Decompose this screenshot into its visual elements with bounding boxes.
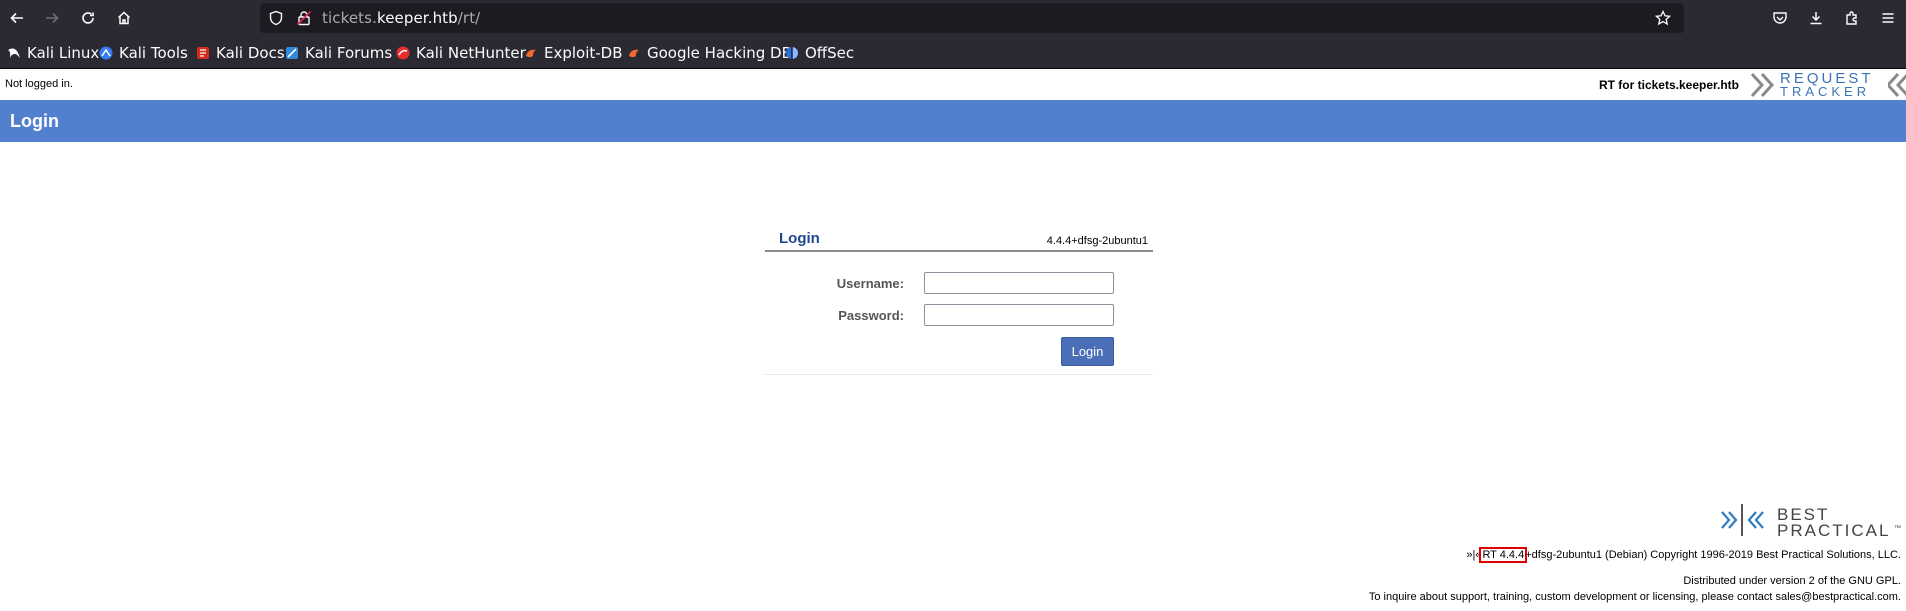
bookmark-label: Kali NetHunter: [416, 44, 526, 62]
footer-marker: »|«: [1466, 549, 1482, 561]
username-label: Username:: [836, 276, 904, 291]
request-tracker-logo[interactable]: REQUEST TRACKER: [1750, 70, 1906, 99]
page-title-bar: Login: [0, 100, 1906, 142]
bookmarks-toolbar: Kali Linux Kali Tools Kali Docs Kali For…: [0, 36, 1906, 69]
footer-license: Distributed under version 2 of the GNU G…: [1683, 575, 1901, 587]
menu-icon[interactable]: [1874, 4, 1902, 32]
bookmark-kali-nethunter[interactable]: Kali NetHunter: [396, 44, 526, 62]
shield-icon[interactable]: [268, 10, 284, 30]
bookmark-label: Kali Docs: [216, 44, 285, 62]
bp-line-practical: PRACTICAL: [1777, 521, 1891, 540]
bookmark-label: Exploit-DB: [544, 44, 623, 62]
password-label: Password:: [838, 308, 904, 323]
downloads-icon[interactable]: [1802, 4, 1830, 32]
rt-chevrons-right-icon: [1750, 72, 1775, 98]
kali-docs-icon: [196, 46, 210, 60]
url-bar[interactable]: tickets.keeper.htb/rt/: [260, 3, 1684, 33]
bookmark-label: Kali Forums: [305, 44, 393, 62]
rt-version-highlight: RT 4.4.4: [1479, 547, 1528, 563]
exploit-db-icon: [524, 46, 538, 60]
url-prefix: tickets.: [322, 9, 377, 27]
login-divider: [765, 374, 1153, 375]
page-title: Login: [10, 111, 59, 131]
bookmark-kali-linux[interactable]: Kali Linux: [7, 44, 99, 62]
bp-trademark: ™: [1894, 525, 1901, 532]
login-status: Not logged in.: [5, 78, 73, 90]
bookmark-kali-forums[interactable]: Kali Forums: [285, 44, 392, 62]
rt-topbar: Not logged in. RT for tickets.keeper.htb: [0, 69, 1906, 100]
insecure-lock-icon[interactable]: [296, 10, 312, 30]
logo-line-tracker: TRACKER: [1780, 84, 1871, 99]
username-input[interactable]: [924, 272, 1114, 294]
login-header: Login 4.4.4+dfsg-2ubuntu1: [765, 229, 1153, 252]
ghdb-icon: [627, 46, 641, 60]
password-input[interactable]: [924, 304, 1114, 326]
bookmark-label: Google Hacking DB: [647, 44, 792, 62]
bookmark-label: OffSec: [805, 44, 855, 62]
bookmark-label: Kali Linux: [27, 44, 100, 62]
back-arrow-icon[interactable]: [3, 4, 31, 32]
kali-forums-icon: [285, 46, 299, 60]
rt-chevrons-left-icon: [1888, 72, 1906, 98]
footer-copyright-text: +dfsg-2ubuntu1 (Debian) Copyright 1996-2…: [1525, 549, 1901, 561]
rt-version: 4.4.4+dfsg-2ubuntu1: [1046, 235, 1148, 247]
home-icon[interactable]: [110, 4, 138, 32]
best-practical-logo[interactable]: BEST PRACTICAL ™: [1720, 502, 1906, 540]
bookmark-kali-docs[interactable]: Kali Docs: [196, 44, 285, 62]
browser-toolbar: tickets.keeper.htb/rt/: [0, 0, 1906, 36]
kali-tools-icon: [99, 46, 113, 60]
login-button[interactable]: Login: [1061, 337, 1114, 366]
bookmark-google-hacking-db[interactable]: Google Hacking DB: [627, 44, 792, 62]
login-title: Login: [779, 230, 820, 247]
url-domain: keeper.htb: [376, 9, 458, 27]
url-path: /rt/: [457, 9, 481, 27]
bookmark-offsec[interactable]: OffSec: [785, 44, 854, 62]
forward-arrow-icon[interactable]: [38, 4, 66, 32]
kali-nethunter-icon: [396, 46, 410, 60]
reload-icon[interactable]: [74, 4, 102, 32]
best-practical-chevrons-icon: [1721, 504, 1764, 536]
kali-dragon-icon: [7, 46, 21, 60]
bookmark-exploit-db[interactable]: Exploit-DB: [524, 44, 623, 62]
login-form: Login 4.4.4+dfsg-2ubuntu1 Username: Pass…: [765, 229, 1153, 375]
bookmark-kali-tools[interactable]: Kali Tools: [99, 44, 188, 62]
pocket-icon[interactable]: [1766, 4, 1794, 32]
offsec-icon: [785, 46, 799, 60]
url-text[interactable]: tickets.keeper.htb/rt/: [322, 9, 480, 27]
bookmark-star-icon[interactable]: [1654, 9, 1672, 30]
bookmark-label: Kali Tools: [119, 44, 188, 62]
extensions-icon[interactable]: [1838, 4, 1866, 32]
footer-copyright: »|«RT 4.4.4+dfsg-2ubuntu1 (Debian) Copyr…: [1466, 547, 1901, 563]
footer-contact[interactable]: To inquire about support, training, cust…: [1369, 591, 1901, 603]
instance-label: RT for tickets.keeper.htb: [1598, 78, 1739, 92]
